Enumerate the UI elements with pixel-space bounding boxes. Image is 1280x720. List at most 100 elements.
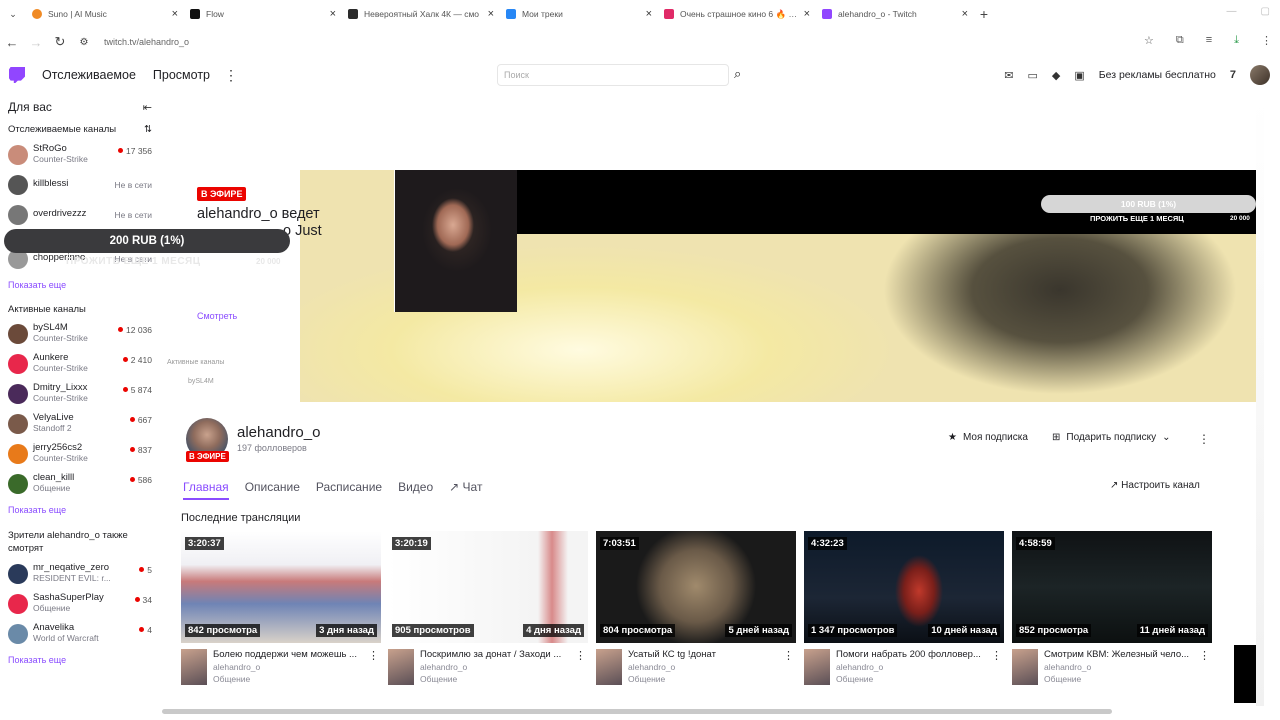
video-thumbnail[interactable]: 3:20:37 842 просмотра 3 дня назад — [181, 531, 381, 643]
video-more-icon[interactable]: ⋮ — [575, 649, 586, 662]
sidebar-channel[interactable]: bySL4M Counter-Strike 12 036 — [0, 319, 160, 349]
video-category[interactable]: Общение — [213, 674, 381, 684]
video-more-icon[interactable]: ⋮ — [783, 649, 794, 662]
gift-subscription-button[interactable]: ⊞ Подарить подписку ⌄ — [1052, 432, 1171, 443]
url-field[interactable]: twitch.tv/alehandro_o — [104, 37, 189, 47]
video-card[interactable]: 3:20:37 842 просмотра 3 дня назад Болею … — [181, 531, 381, 693]
sidebar-channel[interactable]: StRoGo Counter-Strike 17 356 — [0, 140, 160, 170]
sidebar-channel[interactable]: jerry256cs2 Counter-Strike 837 — [0, 439, 160, 469]
video-card[interactable]: 7:03:51 804 просмотра 5 дней назад Усаты… — [596, 531, 796, 693]
twitch-logo-icon[interactable] — [9, 67, 25, 83]
video-channel[interactable]: alehandro_o — [836, 662, 1004, 672]
new-tab-icon[interactable]: + — [974, 6, 994, 22]
video-thumbnail[interactable]: 7:03:51 804 просмотра 5 дней назад — [596, 531, 796, 643]
horizontal-scrollbar[interactable] — [162, 709, 1112, 714]
video-thumbnail[interactable]: 4:58:59 852 просмотра 11 дней назад — [1012, 531, 1212, 643]
tab-chat[interactable]: ↗ Чат — [449, 480, 482, 500]
sidebar-channel[interactable]: Anavelika World of Warcraft 4 — [0, 619, 160, 649]
browser-tab[interactable]: Мои треки × — [500, 0, 658, 28]
video-channel[interactable]: alehandro_o — [420, 662, 588, 672]
user-avatar[interactable] — [1250, 65, 1270, 85]
video-channel-avatar[interactable] — [596, 649, 622, 685]
tab-videos[interactable]: Видео — [398, 480, 433, 500]
channel-more-icon[interactable]: ⋮ — [1198, 432, 1210, 446]
sidebar-channel[interactable]: mr_neqative_zero RESIDENT EVIL: r... 5 — [0, 559, 160, 589]
sidebar-channel[interactable]: clean_killl Общение 586 — [0, 469, 160, 499]
tab-home[interactable]: Главная — [183, 480, 229, 500]
video-title[interactable]: Поскримлю за донат / Заходи ... — [420, 649, 578, 660]
show-more-link[interactable]: Показать еще — [0, 274, 160, 296]
browser-tab[interactable]: Невероятный Халк 4К — смо × — [342, 0, 500, 28]
no-ads-link[interactable]: Без рекламы бесплатно — [1099, 69, 1216, 81]
collapse-sidebar-icon[interactable]: ⇤ — [143, 101, 152, 114]
sort-icon[interactable]: ⇅ — [144, 124, 152, 135]
video-channel[interactable]: alehandro_o — [213, 662, 381, 672]
video-thumbnail[interactable]: 3:20:19 905 просмотров 4 дня назад — [388, 531, 588, 643]
browser-tab[interactable]: Suno | AI Music × — [26, 0, 184, 28]
video-more-icon[interactable]: ⋮ — [368, 649, 379, 662]
video-category[interactable]: Общение — [836, 674, 1004, 684]
video-title[interactable]: Усатый КС tg !донат — [628, 649, 786, 660]
browser-tab-active[interactable]: alehandro_o - Twitch × — [816, 0, 974, 28]
bookmark-star-icon[interactable]: ☆ — [1144, 34, 1154, 47]
browser-menu-icon[interactable]: ⋮ — [1261, 34, 1272, 47]
video-channel-avatar[interactable] — [1012, 649, 1038, 685]
extensions-icon[interactable]: ⧉ — [1176, 34, 1184, 47]
video-channel-avatar[interactable] — [388, 649, 414, 685]
back-arrow-icon[interactable]: ← — [0, 35, 24, 50]
tab-schedule[interactable]: Расписание — [316, 480, 382, 500]
video-channel-avatar[interactable] — [181, 649, 207, 685]
video-more-icon[interactable]: ⋮ — [1199, 649, 1210, 662]
site-info-icon[interactable]: ⚙ — [72, 37, 96, 48]
video-title[interactable]: Смотрим КВМ: Железный чело... — [1044, 649, 1202, 660]
close-tab-icon[interactable]: × — [488, 8, 494, 20]
download-icon[interactable]: ⤓ — [1234, 34, 1239, 47]
show-more-link[interactable]: Показать еще — [0, 499, 160, 521]
close-tab-icon[interactable]: × — [172, 8, 178, 20]
video-card[interactable]: 3:20:19 905 просмотров 4 дня назад Поскр… — [388, 531, 588, 693]
sidebar-channel[interactable]: VelyaLive Standoff 2 667 — [0, 409, 160, 439]
vertical-scrollbar[interactable] — [1256, 96, 1264, 706]
video-category[interactable]: Общение — [1044, 674, 1212, 684]
tab-about[interactable]: Описание — [245, 480, 300, 500]
tab-search-chevron-icon[interactable]: ⌄ — [0, 9, 26, 20]
video-card[interactable]: 4:32:23 1 347 просмотров 10 дней назад П… — [804, 531, 1004, 693]
video-channel[interactable]: alehandro_o — [1044, 662, 1212, 672]
playlist-icon[interactable]: ≡ — [1206, 34, 1212, 47]
search-icon[interactable]: ⌕ — [734, 66, 741, 82]
inbox-icon[interactable]: ✉ — [1004, 69, 1013, 82]
video-thumbnail[interactable]: 4:32:23 1 347 просмотров 10 дней назад — [804, 531, 1004, 643]
more-dots-icon[interactable]: ⋮ — [224, 67, 238, 84]
sidebar-channel[interactable]: overdrivezzz Не в сети — [0, 200, 160, 230]
nav-browse[interactable]: Просмотр — [153, 68, 210, 82]
forward-arrow-icon[interactable]: → — [24, 35, 48, 50]
video-channel-avatar[interactable] — [804, 649, 830, 685]
nav-following[interactable]: Отслеживаемое — [42, 68, 136, 82]
close-tab-icon[interactable]: × — [330, 8, 336, 20]
my-subscription-button[interactable]: ★ Моя подписка — [948, 432, 1028, 443]
sidebar-channel[interactable]: SashaSuperPlay Общение 34 — [0, 589, 160, 619]
video-category[interactable]: Общение — [628, 674, 796, 684]
video-more-icon[interactable]: ⋮ — [991, 649, 1002, 662]
video-title[interactable]: Болею поддержи чем можешь ... — [213, 649, 371, 660]
customize-channel-link[interactable]: ↗ Настроить канал — [1110, 480, 1200, 491]
browser-tab[interactable]: Очень страшное кино 6 🔥 ✌ × — [658, 0, 816, 28]
video-category[interactable]: Общение — [420, 674, 588, 684]
close-tab-icon[interactable]: × — [962, 8, 968, 20]
sidebar-channel[interactable]: killblessi Не в сети — [0, 170, 160, 200]
reload-icon[interactable]: ↻ — [48, 34, 72, 50]
crown-icon[interactable]: ▣ — [1074, 69, 1084, 82]
video-title[interactable]: Помоги набрать 200 фолловер... — [836, 649, 994, 660]
sidebar-channel[interactable]: Dmitry_Lixxx Counter-Strike 5 874 — [0, 379, 160, 409]
drops-icon[interactable]: ◆ — [1052, 69, 1060, 82]
video-card[interactable]: 4:58:59 852 просмотра 11 дней назад Смот… — [1012, 531, 1212, 693]
minimize-icon[interactable]: — — [1227, 6, 1237, 17]
watch-link[interactable]: Смотреть — [197, 311, 237, 321]
video-channel[interactable]: alehandro_o — [628, 662, 796, 672]
browser-tab[interactable]: Flow × — [184, 0, 342, 28]
search-input[interactable]: Поиск — [497, 64, 729, 86]
maximize-icon[interactable]: ▢ — [1261, 6, 1270, 17]
turbo-icon[interactable]: 7 — [1230, 69, 1236, 81]
show-more-link[interactable]: Показать еще — [0, 649, 160, 671]
close-tab-icon[interactable]: × — [804, 8, 810, 20]
